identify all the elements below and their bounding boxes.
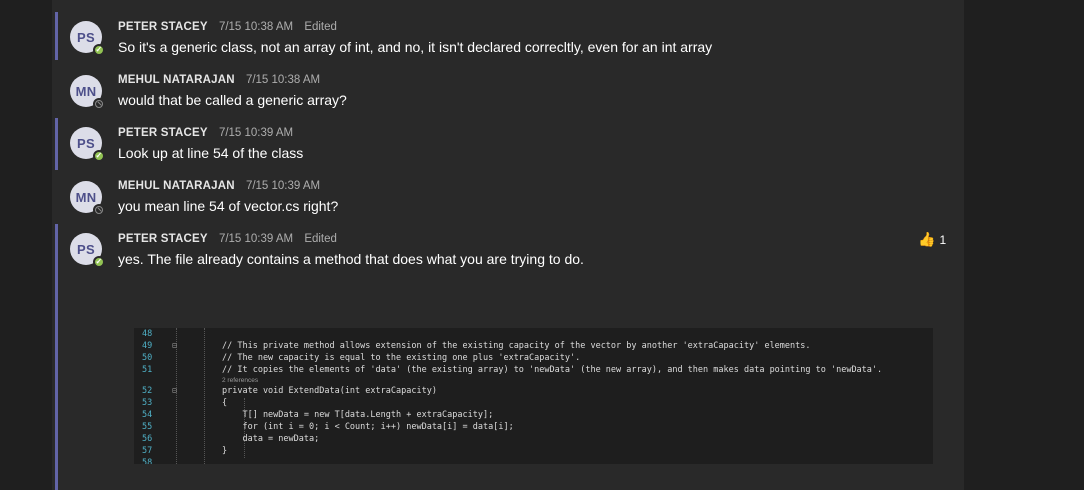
line-number: 49 [142, 341, 153, 351]
timestamp: 7/15 10:39 AM [245, 180, 321, 192]
line-number: 50 [142, 353, 153, 363]
message-2: MN MEHUL NATARAJAN 7/15 10:38 AM would t… [52, 66, 964, 114]
code-line: { [222, 398, 228, 408]
avatar-initials: PS [77, 29, 95, 45]
avatar-initials: PS [77, 241, 95, 257]
message-text: would that be called a generic array? [118, 92, 347, 108]
message-accent-bar [55, 12, 58, 60]
message-accent-bar [55, 224, 58, 490]
message-text: you mean line 54 of vector.cs right? [118, 198, 339, 214]
right-pane [964, 0, 1084, 490]
line-number: 56 [142, 434, 153, 444]
author-name[interactable]: PETER STACEY [118, 233, 208, 245]
message-header: PETER STACEY 7/15 10:39 AM [118, 127, 301, 139]
avatar[interactable]: PS ✓ [70, 233, 105, 268]
message-4: MN MEHUL NATARAJAN 7/15 10:39 AM you mea… [52, 172, 964, 220]
status-available-icon: ✓ [93, 256, 105, 268]
status-offline-icon [93, 98, 105, 110]
avatar-initials: PS [77, 135, 95, 151]
message-text: So it's a generic class, not an array of… [118, 39, 713, 55]
line-number: 53 [142, 398, 153, 408]
indent-guide [204, 328, 205, 464]
avatar[interactable]: PS ✓ [70, 21, 105, 56]
timestamp: 7/15 10:38 AM [245, 74, 321, 86]
thumbs-up-icon: 👍 [918, 231, 936, 247]
status-offline-icon [93, 204, 105, 216]
line-number: 54 [142, 410, 153, 420]
references-codelens: 2 references [222, 377, 259, 384]
reaction-count: 1 [939, 232, 947, 247]
left-rail [0, 0, 52, 490]
message-header: PETER STACEY 7/15 10:39 AM Edited [118, 233, 337, 245]
like-reaction[interactable]: 👍 1 [918, 231, 946, 248]
message-header: MEHUL NATARAJAN 7/15 10:38 AM [118, 74, 328, 86]
code-line: T[] newData = new T[data.Length + extraC… [222, 410, 494, 420]
message-accent-bar [55, 118, 58, 170]
status-available-icon: ✓ [93, 44, 105, 56]
author-name[interactable]: MEHUL NATARAJAN [118, 74, 235, 86]
avatar-initials: MN [75, 189, 97, 205]
edited-label: Edited [304, 233, 337, 245]
collapse-icon: ⊟ [172, 341, 177, 350]
code-screenshot-image[interactable]: 48 49 50 51 52 53 54 55 56 57 58 ⊟ ⊟ // … [134, 328, 933, 464]
line-number: 52 [142, 386, 153, 396]
line-number: 58 [142, 458, 153, 464]
message-text: yes. The file already contains a method … [118, 251, 584, 267]
avatar-initials: MN [75, 83, 97, 99]
message-header: MEHUL NATARAJAN 7/15 10:39 AM [118, 180, 328, 192]
code-line: // This private method allows extension … [222, 341, 811, 351]
timestamp: 7/15 10:39 AM [218, 127, 294, 139]
code-line: // The new capacity is equal to the exis… [222, 353, 581, 363]
line-number: 57 [142, 446, 153, 456]
avatar[interactable]: PS ✓ [70, 127, 105, 162]
message-3: PS ✓ PETER STACEY 7/15 10:39 AM Look up … [52, 118, 964, 170]
message-text: Look up at line 54 of the class [118, 145, 304, 161]
author-name[interactable]: MEHUL NATARAJAN [118, 180, 235, 192]
code-line: private void ExtendData(int extraCapacit… [222, 386, 437, 396]
author-name[interactable]: PETER STACEY [118, 127, 208, 139]
code-line: data = newData; [222, 434, 320, 444]
line-number: 51 [142, 365, 153, 375]
code-line: for (int i = 0; i < Count; i++) newData[… [222, 422, 514, 432]
timestamp: 7/15 10:38 AM [218, 21, 294, 33]
code-line: } [222, 446, 228, 456]
message-header: PETER STACEY 7/15 10:38 AM Edited [118, 21, 337, 33]
chat-thread: PS ✓ PETER STACEY 7/15 10:38 AM Edited S… [52, 0, 964, 490]
edited-label: Edited [304, 21, 337, 33]
line-number: 48 [142, 329, 153, 339]
collapse-icon: ⊟ [172, 386, 177, 395]
line-number: 55 [142, 422, 153, 432]
status-available-icon: ✓ [93, 150, 105, 162]
timestamp: 7/15 10:39 AM [218, 233, 294, 245]
avatar[interactable]: MN [70, 75, 105, 110]
message-1: PS ✓ PETER STACEY 7/15 10:38 AM Edited S… [52, 12, 964, 60]
code-line: // It copies the elements of 'data' (the… [222, 365, 883, 375]
author-name[interactable]: PETER STACEY [118, 21, 208, 33]
avatar[interactable]: MN [70, 181, 105, 216]
